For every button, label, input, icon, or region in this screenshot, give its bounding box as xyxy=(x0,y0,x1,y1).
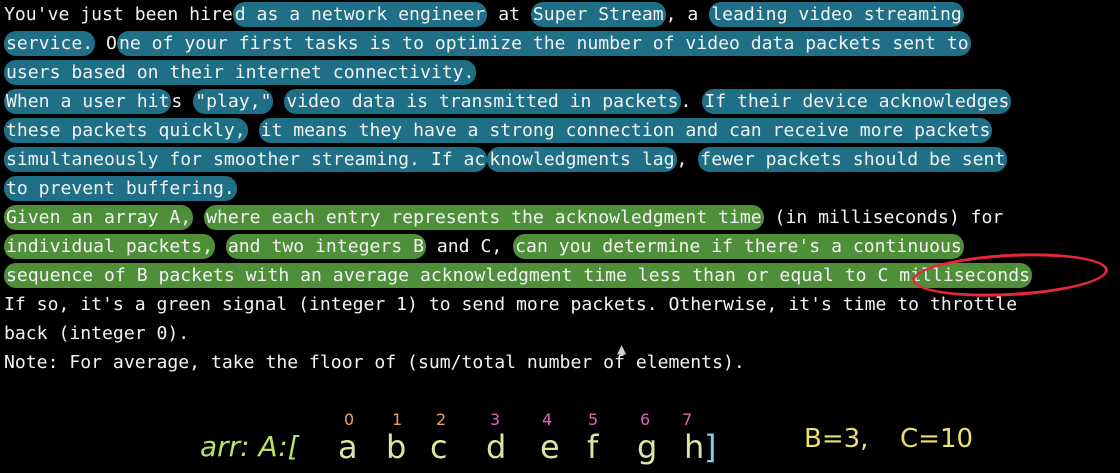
paragraph-1-line-3: users based on their internet connectivi… xyxy=(4,58,1114,87)
handwritten-index: 0 xyxy=(344,410,355,429)
handwritten-array-label: arr: A:[ xyxy=(200,430,299,463)
paragraph-3-line-1: Given an array A, where each entry repre… xyxy=(4,203,1114,232)
blue-highlight: fewer packets should be sent xyxy=(698,147,1008,172)
text-run: O xyxy=(95,33,117,54)
blue-highlight: "play," xyxy=(193,89,274,114)
mouse-cursor-icon: ▲ xyxy=(617,342,627,356)
paragraph-2-line-3: simultaneously for smoother streaming. I… xyxy=(4,145,1114,174)
handwritten-b-value: B=3, xyxy=(804,424,869,454)
paragraph-2-line-1: When a user hit s "play," video data is t… xyxy=(4,87,1114,116)
paragraph-4-line-2: back (integer 0). xyxy=(4,319,1114,348)
handwritten-close-bracket: ] xyxy=(704,428,717,466)
handwritten-element: a xyxy=(338,428,358,466)
paragraph-2-line-2: these packets quickly, it means they hav… xyxy=(4,116,1114,145)
handwritten-index: 4 xyxy=(542,410,553,429)
blue-highlight: service. xyxy=(4,31,96,56)
blue-highlight: d as a network engineer xyxy=(232,2,488,27)
text-run: , a xyxy=(665,4,710,25)
green-highlight: Given an array A, xyxy=(4,205,194,230)
text-run: back (integer 0). xyxy=(4,323,190,344)
text-run: at xyxy=(487,4,531,25)
handwritten-index: 5 xyxy=(588,410,599,429)
problem-statement-screen: { "problem": { "p1_l1_a": "You've just b… xyxy=(0,0,1120,473)
text-run: , xyxy=(676,149,699,170)
green-highlight: where each entry represents the acknowle… xyxy=(204,205,764,230)
blue-highlight: leading video streaming xyxy=(709,2,964,27)
handwritten-index: 3 xyxy=(490,410,501,429)
paragraph-1-line-2: service. One of your first tasks is to o… xyxy=(4,29,1114,58)
blue-highlight: When a user hit xyxy=(4,89,172,114)
text-run xyxy=(502,236,513,257)
handwritten-element: c xyxy=(430,428,448,466)
blue-highlight: knowledgments lag xyxy=(487,147,677,172)
green-highlight: can you determine if there's a continuou… xyxy=(513,234,964,259)
blue-highlight: ne of your first tasks is to optimize th… xyxy=(116,31,971,56)
text-run xyxy=(215,236,226,257)
handwritten-index: 7 xyxy=(682,410,693,429)
handwritten-index: 6 xyxy=(640,410,651,429)
text-run: Note: For average, take the floor of (su… xyxy=(4,352,745,373)
blue-highlight: these packets quickly, xyxy=(4,118,248,143)
text-run: s xyxy=(171,91,194,112)
handwritten-element: d xyxy=(486,428,507,466)
handwritten-element: e xyxy=(540,428,560,466)
text-run: (in milliseconds) for xyxy=(763,207,1004,228)
blue-highlight: video data is transmitted in packets xyxy=(284,89,681,114)
blue-highlight: simultaneously for smoother streaming. I… xyxy=(4,147,488,172)
blue-highlight: If their device acknowledges xyxy=(702,89,1012,114)
handwritten-element: b xyxy=(386,428,407,466)
handwritten-element: f xyxy=(587,428,599,466)
problem-text: You've just been hire d as a network engi… xyxy=(4,0,1114,377)
text-run xyxy=(273,91,284,112)
text-run xyxy=(248,120,259,141)
paragraph-1-line-1: You've just been hire d as a network engi… xyxy=(4,0,1114,29)
text-run: and C, xyxy=(425,236,503,257)
handwritten-c-value: C=10 xyxy=(900,424,974,454)
green-highlight: and two integers B xyxy=(225,234,426,259)
blue-highlight: to prevent buffering. xyxy=(4,176,237,201)
text-run xyxy=(193,207,204,228)
paragraph-3-line-2: individual packets, and two integers B a… xyxy=(4,232,1114,261)
paragraph-2-line-4: to prevent buffering. xyxy=(4,174,1114,203)
blue-highlight: it means they have a strong connection a… xyxy=(258,118,993,143)
note-line: Note: For average, take the floor of (su… xyxy=(4,348,1114,377)
blue-highlight: users based on their internet connectivi… xyxy=(4,60,477,85)
green-highlight: sequence of B packets with an average ac… xyxy=(4,263,1032,288)
handwritten-index: 1 xyxy=(392,410,403,429)
text-run: If so, it's a green signal (integer 1) t… xyxy=(4,294,1018,315)
handwritten-index: 2 xyxy=(436,410,447,429)
text-run: You've just been hire xyxy=(4,4,233,25)
handwritten-element: h xyxy=(684,428,705,466)
text-run: . xyxy=(680,91,703,112)
handwritten-element: g xyxy=(637,428,658,466)
green-highlight: individual packets, xyxy=(4,234,215,259)
blue-highlight: Super Stream xyxy=(530,2,666,27)
